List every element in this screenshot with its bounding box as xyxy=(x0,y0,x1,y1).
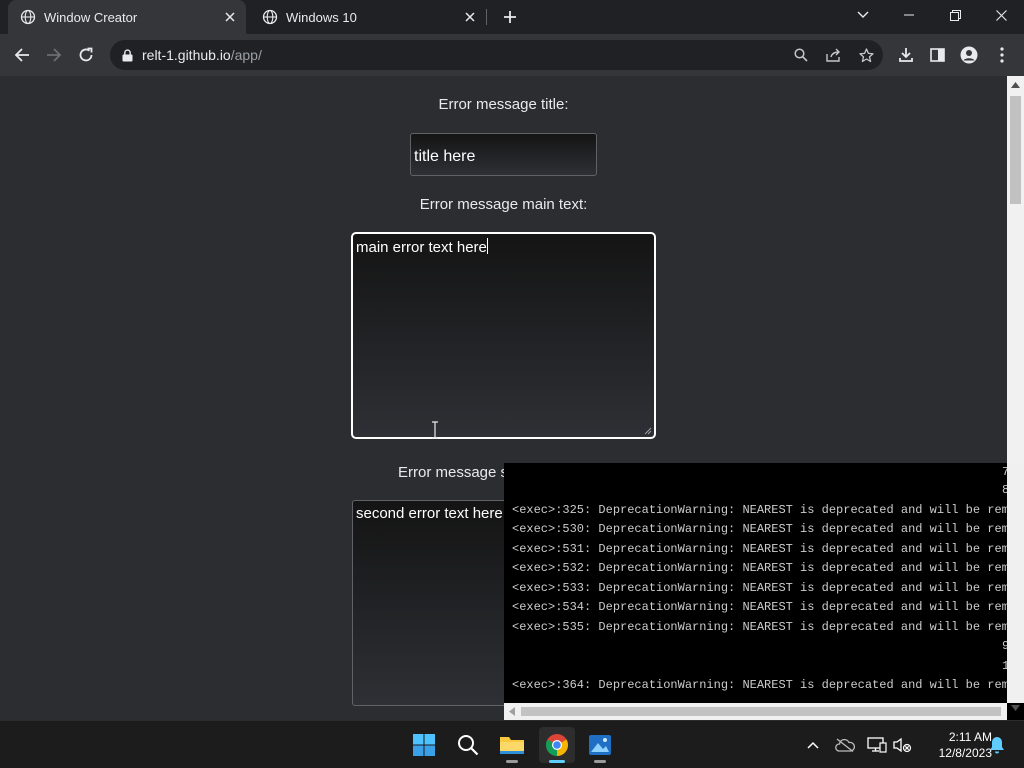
console-line: <exec>:533: DeprecationWarning: NEAREST … xyxy=(512,581,1017,595)
console-line: <exec>:534: DeprecationWarning: NEAREST … xyxy=(512,600,1017,614)
tab-title: Windows 10 xyxy=(286,9,357,25)
browser-toolbar: relt-1.github.io/app/ xyxy=(0,34,1024,76)
close-window-button[interactable] xyxy=(978,0,1024,30)
start-button[interactable] xyxy=(406,727,442,763)
horizontal-scrollbar-thumb[interactable] xyxy=(521,707,1001,716)
volume-tray-button[interactable] xyxy=(891,734,913,756)
network-tray-button[interactable] xyxy=(866,734,888,756)
side-panel-button[interactable] xyxy=(921,39,953,71)
chevron-up-icon xyxy=(807,741,819,749)
url-host: relt-1.github.io xyxy=(142,47,231,63)
zoom-search-icon[interactable] xyxy=(790,44,812,66)
back-button[interactable] xyxy=(6,39,38,71)
console-line: <exec>:364: DeprecationWarning: NEAREST … xyxy=(512,678,1017,692)
restore-button[interactable] xyxy=(932,0,978,30)
active-app-indicator xyxy=(549,760,565,763)
console-line: <exec>:531: DeprecationWarning: NEAREST … xyxy=(512,542,1017,556)
share-icon[interactable] xyxy=(823,44,845,66)
tab-search-button[interactable] xyxy=(840,0,886,30)
console-line: <exec>:532: DeprecationWarning: NEAREST … xyxy=(512,561,1017,575)
text-caret xyxy=(486,238,488,254)
scroll-left-arrow-icon[interactable] xyxy=(509,707,515,716)
bookmark-star-icon[interactable] xyxy=(855,44,877,66)
url-text: relt-1.github.io/app/ xyxy=(142,47,262,63)
clock-time: 2:11 AM xyxy=(948,730,992,744)
minimize-icon xyxy=(904,14,914,16)
title-label: Error message title: xyxy=(438,96,569,113)
close-tab-icon[interactable] xyxy=(220,7,240,27)
chrome-taskbar-button[interactable] xyxy=(539,727,575,763)
network-icon xyxy=(867,737,887,753)
reload-button[interactable] xyxy=(70,39,102,71)
tab-strip: Window Creator Windows 10 xyxy=(0,0,1024,34)
text-cursor-icon xyxy=(432,421,438,439)
globe-icon xyxy=(262,9,278,25)
profile-button[interactable] xyxy=(953,39,985,71)
file-explorer-icon xyxy=(500,737,524,754)
downloads-button[interactable] xyxy=(890,39,922,71)
restore-icon xyxy=(949,9,961,21)
forward-button[interactable] xyxy=(38,39,70,71)
scroll-down-arrow-icon[interactable] xyxy=(1011,705,1020,711)
clock-date: 12/8/2023 xyxy=(938,746,992,760)
tab-title: Window Creator xyxy=(44,9,138,25)
globe-icon xyxy=(20,9,36,25)
profile-avatar-icon xyxy=(960,46,978,64)
kebab-menu-icon xyxy=(1000,47,1004,63)
main-text-value: main error text here xyxy=(356,239,487,256)
title-input-value: title here xyxy=(414,148,476,165)
running-indicator xyxy=(594,760,606,763)
bell-icon xyxy=(990,737,1004,754)
cloud-offline-icon xyxy=(835,738,855,752)
close-tab-icon[interactable] xyxy=(460,7,480,27)
search-icon xyxy=(458,735,479,756)
url-path: /app/ xyxy=(230,47,262,63)
chrome-menu-button[interactable] xyxy=(986,39,1018,71)
address-bar[interactable]: relt-1.github.io/app/ xyxy=(110,40,883,70)
side-panel-icon xyxy=(929,48,945,62)
photos-button[interactable] xyxy=(582,727,618,763)
tab-separator xyxy=(486,9,487,25)
notifications-button[interactable] xyxy=(986,734,1008,756)
plus-icon xyxy=(504,11,516,23)
arrow-left-icon xyxy=(14,48,29,62)
console-line: <exec>:325: DeprecationWarning: NEAREST … xyxy=(512,503,1017,517)
second-text-value: second error text here xyxy=(356,505,503,522)
photos-icon xyxy=(589,735,611,755)
close-icon xyxy=(995,9,1007,21)
lock-icon[interactable] xyxy=(120,48,134,62)
taskbar-search-button[interactable] xyxy=(450,727,486,763)
volume-muted-icon xyxy=(893,737,912,753)
console-vertical-scrollbar[interactable] xyxy=(1007,463,1024,711)
arrow-right-icon xyxy=(47,48,62,62)
second-text-label: Error message s xyxy=(398,464,509,481)
file-explorer-button[interactable] xyxy=(494,727,530,763)
minimize-button[interactable] xyxy=(886,0,932,30)
scroll-up-arrow-icon[interactable] xyxy=(1011,82,1020,88)
resize-grip-icon[interactable] xyxy=(644,427,652,435)
taskbar: 2:11 AM 12/8/2023 xyxy=(0,720,1024,768)
tab-windows-10[interactable]: Windows 10 xyxy=(250,0,486,34)
console-line: <exec>:530: DeprecationWarning: NEAREST … xyxy=(512,522,1017,536)
download-icon xyxy=(899,48,913,62)
title-input[interactable]: title here xyxy=(410,133,597,176)
show-hidden-icons-button[interactable] xyxy=(802,734,824,756)
chrome-icon xyxy=(546,734,568,756)
system-clock[interactable]: 2:11 AM 12/8/2023 xyxy=(916,729,992,761)
scrollbar-thumb[interactable] xyxy=(1010,96,1021,204)
chevron-down-icon xyxy=(857,11,869,18)
onedrive-tray-button[interactable] xyxy=(834,734,856,756)
main-text-textarea[interactable]: main error text here xyxy=(351,232,656,439)
running-indicator xyxy=(506,760,518,763)
tab-window-creator[interactable]: Window Creator xyxy=(8,0,246,34)
console-line: <exec>:535: DeprecationWarning: NEAREST … xyxy=(512,620,1017,634)
main-text-label: Error message main text: xyxy=(419,196,588,213)
console-window[interactable]: 7 8 <exec>:325: DeprecationWarning: NEAR… xyxy=(504,463,1024,720)
reload-icon xyxy=(79,47,93,62)
console-horizontal-scrollbar[interactable] xyxy=(504,703,1007,720)
start-icon xyxy=(413,734,435,756)
new-tab-button[interactable] xyxy=(498,5,522,29)
